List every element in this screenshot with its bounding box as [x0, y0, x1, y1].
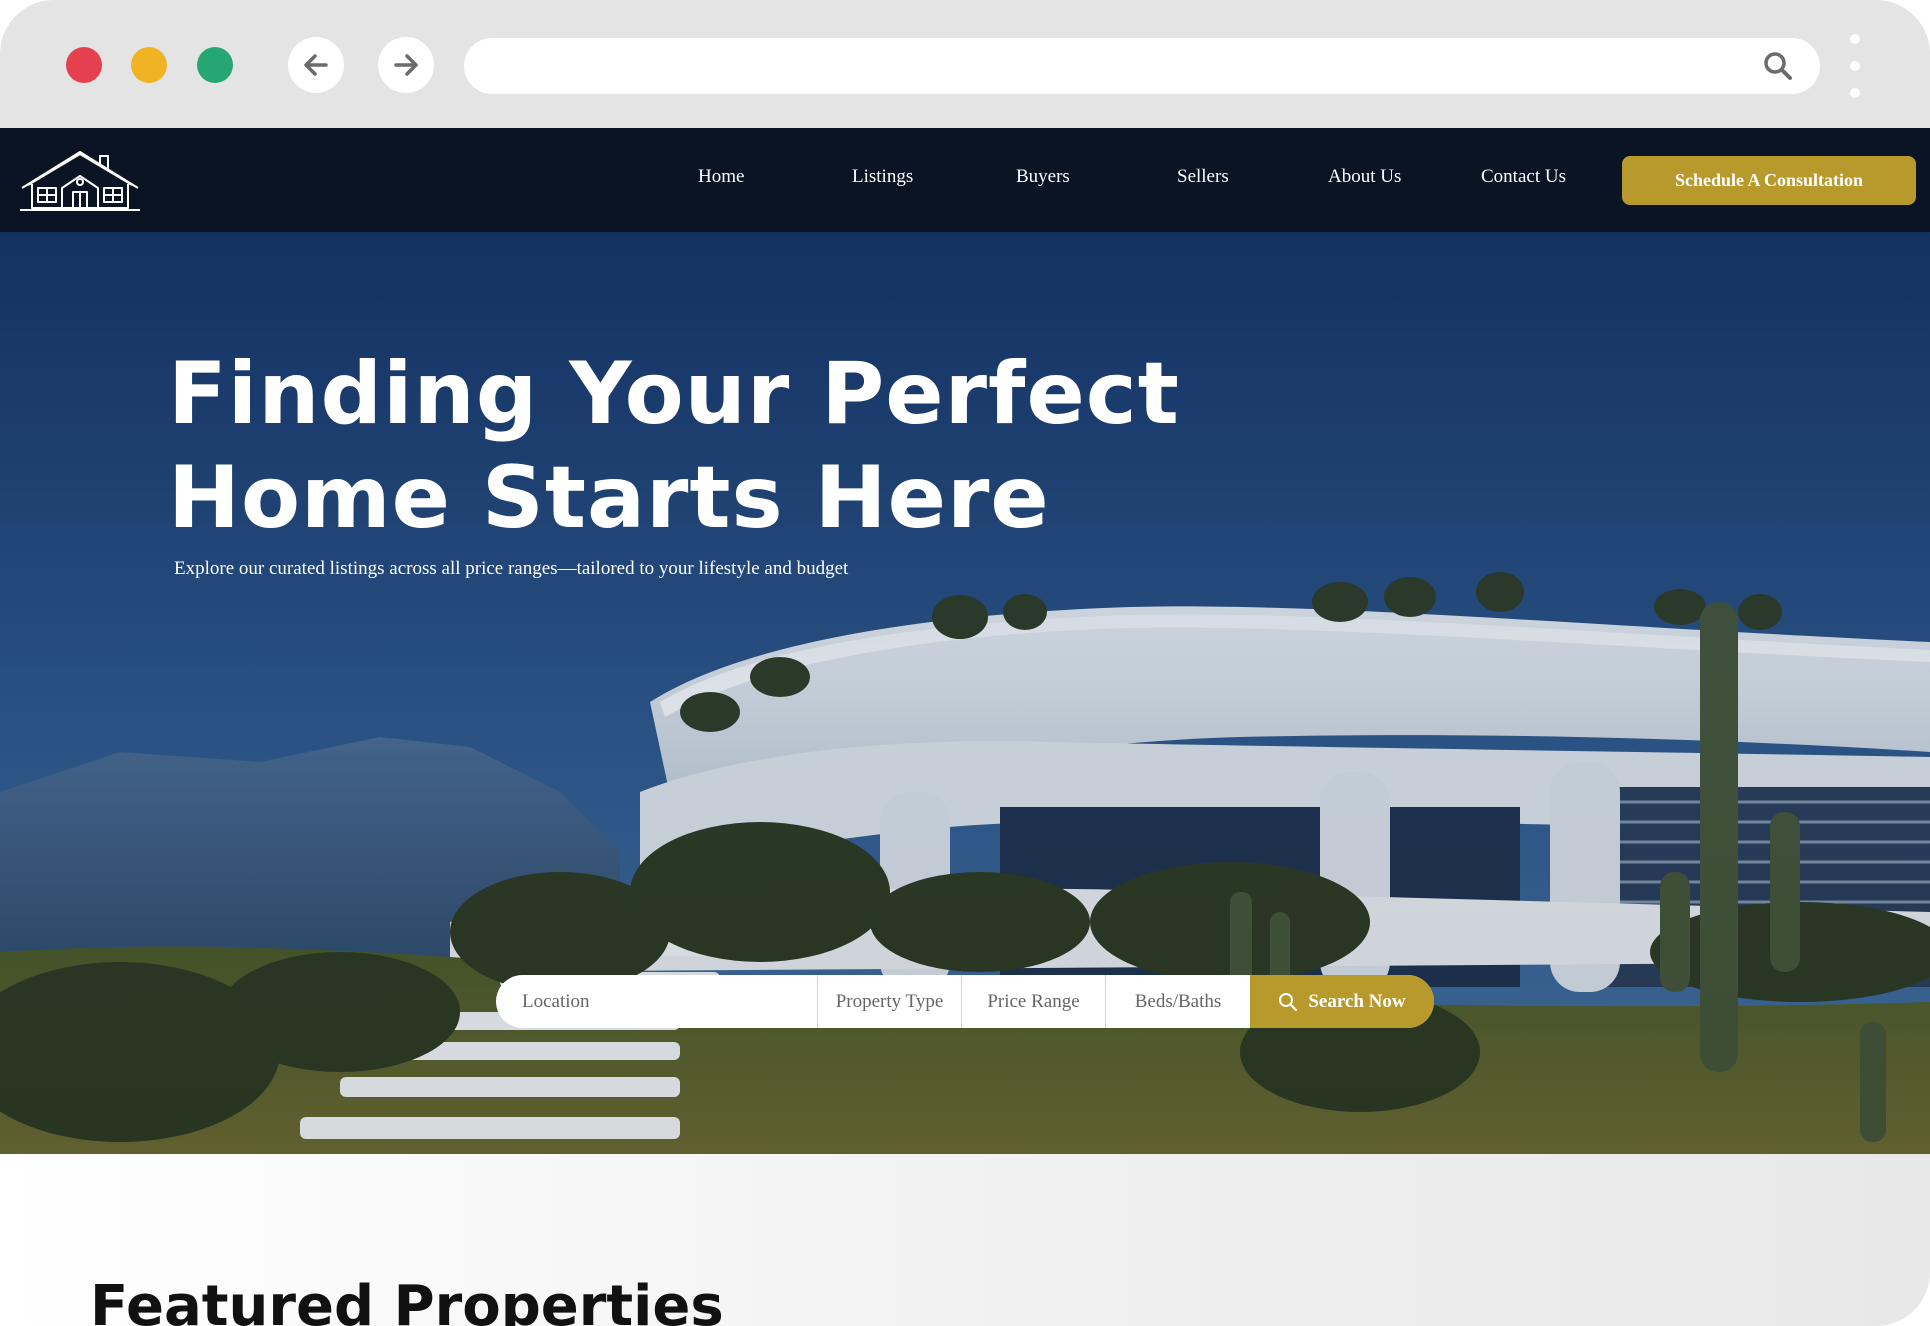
featured-properties-title: Featured Properties: [90, 1274, 724, 1326]
hero-section: Finding Your Perfect Home Starts Here Ex…: [0, 232, 1930, 1154]
browser-toolbar: [0, 0, 1930, 128]
property-search-bar: Location Property Type Price Range Beds/…: [496, 975, 1434, 1028]
kebab-menu-icon[interactable]: [1849, 34, 1861, 98]
nav-sellers[interactable]: Sellers: [1177, 166, 1229, 188]
house-logo-icon[interactable]: [18, 148, 142, 217]
arrow-right-icon: [394, 54, 418, 76]
address-bar[interactable]: [464, 38, 1820, 94]
hero-title-line1: Finding Your Perfect: [168, 344, 1180, 444]
minimize-window-button[interactable]: [131, 47, 167, 83]
price-range-select[interactable]: Price Range: [962, 975, 1106, 1028]
search-now-button[interactable]: Search Now: [1250, 975, 1434, 1028]
beds-baths-select[interactable]: Beds/Baths: [1106, 975, 1250, 1028]
nav-contact-us[interactable]: Contact Us: [1481, 166, 1566, 188]
forward-button[interactable]: [378, 37, 434, 93]
featured-properties-section: Featured Properties: [0, 1154, 1930, 1326]
property-type-select[interactable]: Property Type: [818, 975, 962, 1028]
site-header: Home Listings Buyers Sellers About Us Co…: [0, 128, 1930, 232]
hero-title-line2: Home Starts Here: [168, 448, 1050, 548]
search-icon[interactable]: [1762, 50, 1794, 82]
nav-buyers[interactable]: Buyers: [1016, 166, 1070, 188]
close-window-button[interactable]: [66, 47, 102, 83]
search-icon: [1279, 992, 1298, 1011]
back-button[interactable]: [288, 37, 344, 93]
arrow-left-icon: [304, 54, 328, 76]
nav-about-us[interactable]: About Us: [1328, 166, 1401, 188]
location-field[interactable]: Location: [496, 975, 818, 1028]
search-now-label: Search Now: [1308, 990, 1406, 1012]
nav-listings[interactable]: Listings: [852, 166, 913, 188]
hero-title: Finding Your Perfect Home Starts Here: [168, 342, 1268, 550]
schedule-consultation-button[interactable]: Schedule A Consultation: [1622, 156, 1916, 205]
browser-window: Home Listings Buyers Sellers About Us Co…: [0, 0, 1930, 1326]
hero-subtitle: Explore our curated listings across all …: [174, 558, 849, 579]
maximize-window-button[interactable]: [197, 47, 233, 83]
page-viewport: Home Listings Buyers Sellers About Us Co…: [0, 128, 1930, 1326]
nav-home[interactable]: Home: [698, 166, 744, 188]
